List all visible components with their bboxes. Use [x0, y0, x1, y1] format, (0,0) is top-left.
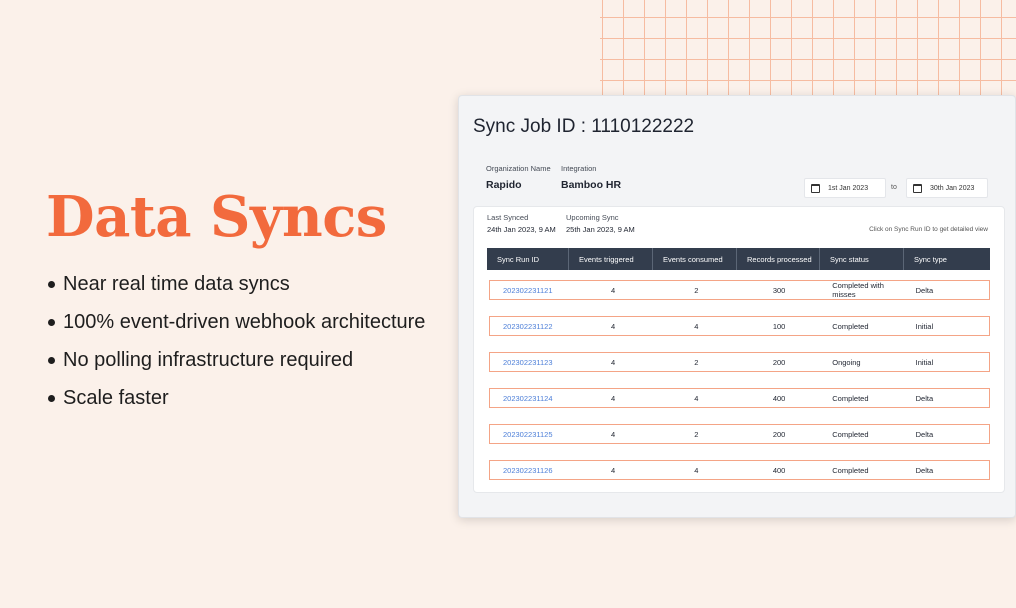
cell-sync-type: Delta [915, 465, 934, 475]
cell-records-processed: 200 [772, 357, 786, 367]
cell-events-triggered: 4 [610, 429, 616, 439]
feature-item: No polling infrastructure required [46, 341, 425, 379]
feature-item: Scale faster [46, 379, 425, 417]
table-row[interactable]: 202302231126 4 4 400 Completed Delta [489, 460, 990, 480]
bullet-icon [48, 394, 55, 402]
sync-run-id-link[interactable]: 202302231122 [490, 317, 571, 335]
cell-sync-status: Completed [832, 429, 869, 439]
feature-list: Near real time data syncs 100% event-dri… [46, 265, 425, 417]
col-header: Events consumed [653, 248, 737, 270]
cell-events-triggered: 4 [610, 321, 616, 331]
date-range-separator: to [891, 184, 897, 191]
cell-events-consumed: 2 [694, 285, 699, 295]
sync-run-id-link[interactable]: 202302231126 [490, 461, 571, 479]
sync-run-id-link[interactable]: 202302231125 [490, 425, 571, 443]
cell-records-processed: 400 [772, 465, 786, 475]
col-header: Records processed [737, 248, 820, 270]
cell-sync-type: Initial [915, 321, 934, 331]
upcoming-sync-value: 25th Jan 2023, 9 AM [566, 225, 635, 234]
cell-records-processed: 300 [772, 285, 786, 295]
bullet-icon [48, 280, 55, 288]
cell-sync-status: Completed [832, 393, 869, 403]
cell-records-processed: 400 [772, 393, 786, 403]
date-from-picker[interactable]: 1st Jan 2023 [804, 178, 886, 198]
cell-records-processed: 100 [772, 321, 786, 331]
upcoming-sync-label: Upcoming Sync [566, 213, 619, 222]
integration-label: Integration [561, 164, 597, 173]
cell-events-consumed: 2 [694, 429, 699, 439]
cell-events-triggered: 4 [610, 465, 616, 475]
cell-events-consumed: 2 [694, 357, 699, 367]
cell-records-processed: 200 [772, 429, 786, 439]
sync-run-id-link[interactable]: 202302231124 [490, 389, 571, 407]
feature-item: Near real time data syncs [46, 265, 425, 303]
cell-events-triggered: 4 [610, 285, 616, 295]
col-header: Sync Run ID [487, 248, 569, 270]
cell-sync-status: Completed [832, 321, 869, 331]
table-row[interactable]: 202302231124 4 4 400 Completed Delta [489, 388, 990, 408]
table-row[interactable]: 202302231121 4 2 300 Completed with miss… [489, 280, 990, 300]
col-header: Sync status [820, 248, 904, 270]
last-synced-value: 24th Jan 2023, 9 AM [487, 225, 556, 234]
bullet-icon [48, 356, 55, 364]
last-synced-label: Last Synced [487, 213, 529, 222]
table-row[interactable]: 202302231122 4 4 100 Completed Initial [489, 316, 990, 336]
sync-run-id-link[interactable]: 202302231123 [490, 353, 571, 371]
cell-events-consumed: 4 [694, 393, 699, 403]
cell-events-triggered: 4 [610, 357, 616, 367]
cell-sync-type: Initial [915, 357, 934, 367]
sync-runs-card: Last Synced 24th Jan 2023, 9 AM Upcoming… [473, 206, 1005, 493]
cell-sync-status: Ongoing [832, 357, 861, 367]
cell-sync-type: Delta [915, 393, 934, 403]
cell-sync-status: Completed [832, 465, 869, 475]
cell-events-consumed: 4 [694, 321, 699, 331]
calendar-icon [913, 183, 922, 193]
feature-item: 100% event-driven webhook architecture [46, 303, 425, 341]
cell-sync-status: Completed with misses [832, 281, 884, 299]
org-value: Rapido [486, 179, 522, 191]
decorative-grid [600, 0, 1016, 95]
table-header: Sync Run ID Events triggered Events cons… [487, 248, 990, 270]
cell-sync-type: Delta [915, 285, 934, 295]
calendar-icon [811, 183, 820, 193]
hero-title: Data Syncs [46, 184, 387, 250]
cell-sync-type: Delta [915, 429, 934, 439]
col-header: Events triggered [569, 248, 653, 270]
integration-value: Bamboo HR [561, 179, 622, 191]
table-hint: Click on Sync Run ID to get detailed vie… [869, 226, 988, 233]
date-to-picker[interactable]: 30th Jan 2023 [906, 178, 988, 198]
table-row[interactable]: 202302231123 4 2 200 Ongoing Initial [489, 352, 990, 372]
col-header: Sync type [914, 254, 947, 264]
cell-events-consumed: 4 [694, 465, 699, 475]
hero-section: Data Syncs Near real time data syncs 100… [46, 185, 425, 417]
cell-events-triggered: 4 [610, 393, 616, 403]
sync-run-id-link[interactable]: 202302231121 [490, 281, 571, 299]
bullet-icon [48, 318, 55, 326]
table-row[interactable]: 202302231125 4 2 200 Completed Delta [489, 424, 990, 444]
org-label: Organization Name [486, 164, 551, 173]
sync-job-panel: Sync Job ID : 1110122222 Organization Na… [458, 95, 1016, 518]
job-title: Sync Job ID : 1110122222 [473, 116, 695, 137]
